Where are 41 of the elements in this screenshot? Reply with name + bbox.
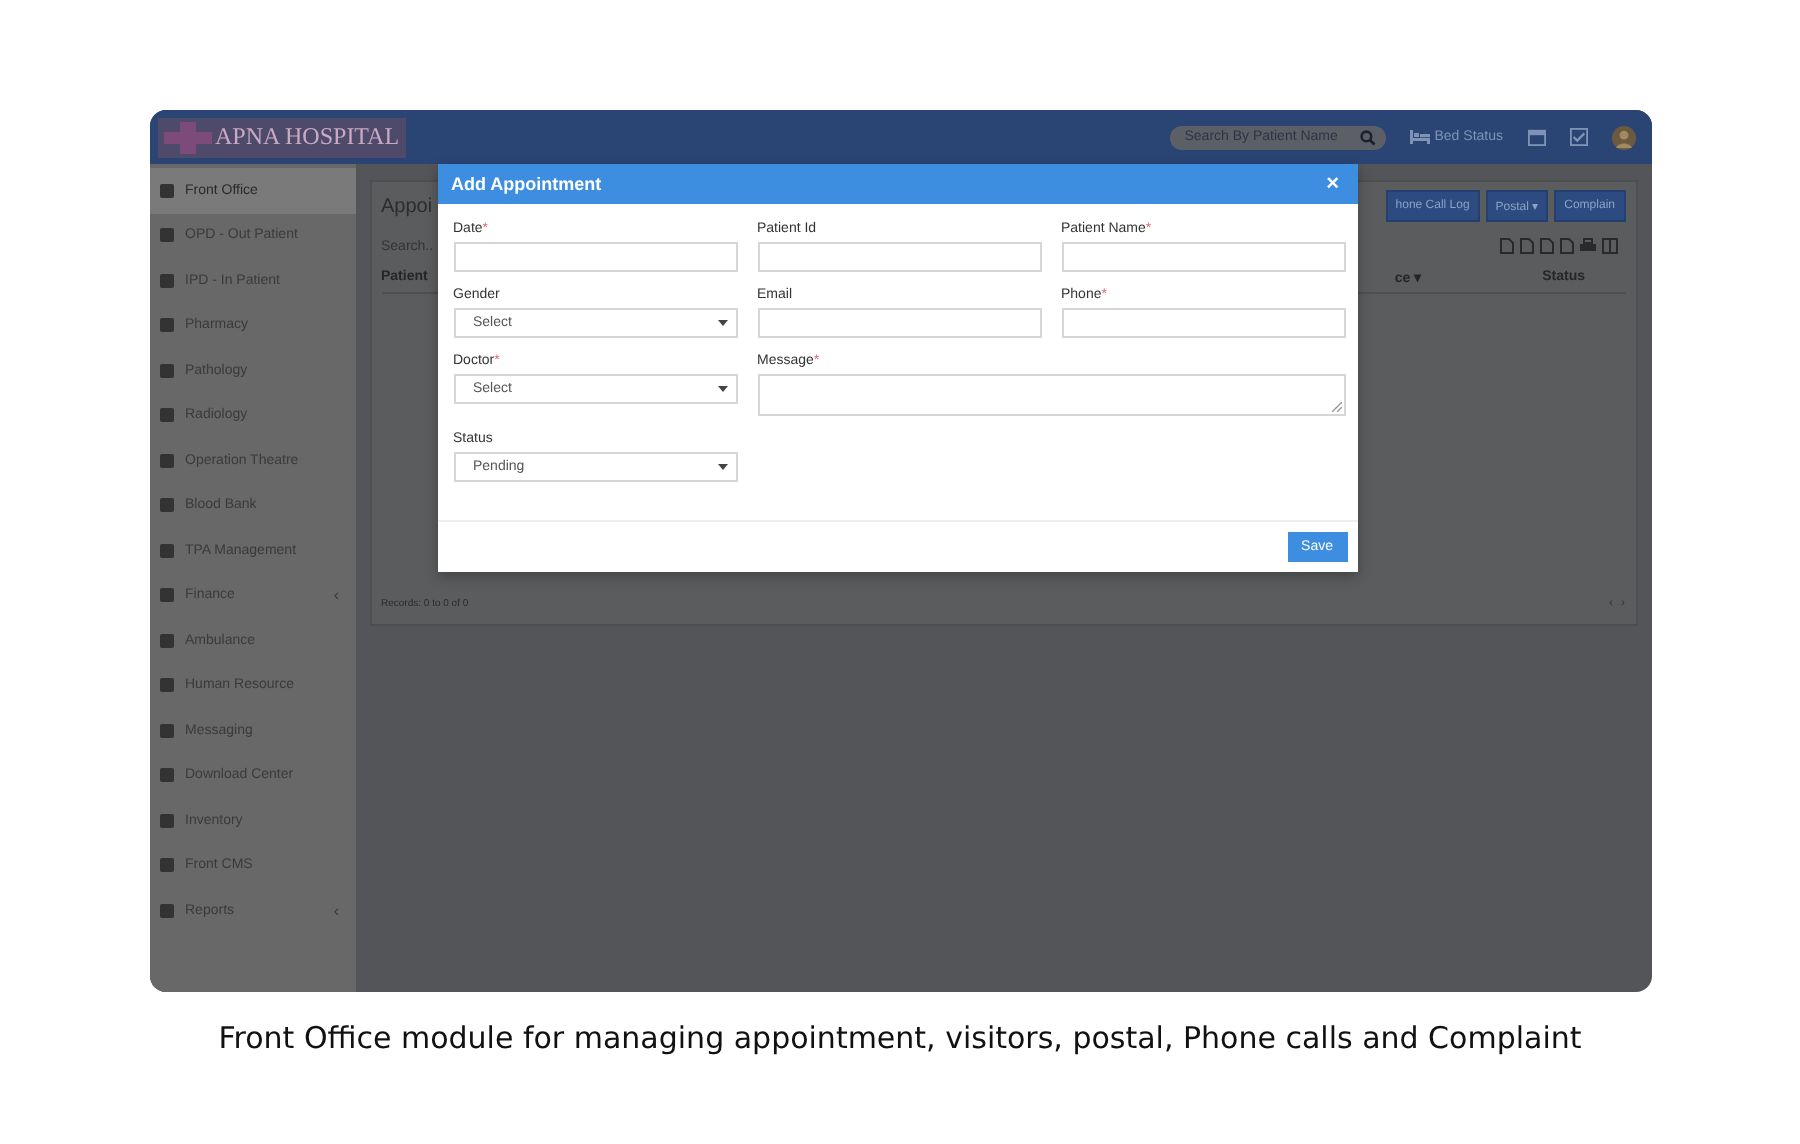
columns-icon[interactable] xyxy=(1601,238,1617,254)
caret-icon xyxy=(717,386,727,392)
square-icon xyxy=(159,408,173,423)
printer-icon[interactable] xyxy=(1579,238,1595,254)
square-icon xyxy=(159,768,173,783)
calendar-icon[interactable] xyxy=(1527,128,1545,146)
caret-icon xyxy=(717,320,727,326)
caret-icon xyxy=(717,464,727,470)
caption: Front Office module for managing appointment, visitors, postal, Phone calls and Complaint xyxy=(218,1020,1582,1056)
logo[interactable]: APNA HOSPITAL xyxy=(157,117,406,157)
bed-icon xyxy=(1410,130,1431,144)
chevron-icon: ‹ xyxy=(333,901,339,920)
square-icon xyxy=(159,183,173,198)
resize-handle-icon[interactable] xyxy=(1331,402,1341,412)
dialog-title: Add Appointment xyxy=(451,174,602,194)
checkbox-icon[interactable] xyxy=(1569,128,1587,146)
close-button[interactable]: × xyxy=(1322,173,1343,195)
input-field[interactable] xyxy=(757,308,1041,338)
square-icon xyxy=(159,363,173,378)
square-icon xyxy=(159,858,173,873)
square-icon xyxy=(159,453,173,468)
square-icon xyxy=(159,318,173,333)
cross-logo-icon xyxy=(163,121,211,153)
square-icon xyxy=(159,633,173,648)
input-field[interactable] xyxy=(453,242,737,272)
chevron-icon: ‹ xyxy=(333,586,339,605)
search-icon xyxy=(1360,129,1377,145)
square-icon xyxy=(159,543,173,558)
square-icon xyxy=(159,228,173,243)
square-icon xyxy=(159,498,173,513)
input-field[interactable] xyxy=(1061,242,1345,272)
square-icon xyxy=(159,588,173,603)
avatar-icon[interactable] xyxy=(1611,125,1635,149)
input-field[interactable] xyxy=(1061,308,1345,338)
square-icon xyxy=(159,813,173,828)
square-icon xyxy=(159,273,173,288)
message-field[interactable] xyxy=(757,374,1345,416)
input-field[interactable] xyxy=(757,242,1041,272)
square-icon xyxy=(159,723,173,738)
square-icon xyxy=(159,903,173,918)
square-icon xyxy=(159,678,173,693)
